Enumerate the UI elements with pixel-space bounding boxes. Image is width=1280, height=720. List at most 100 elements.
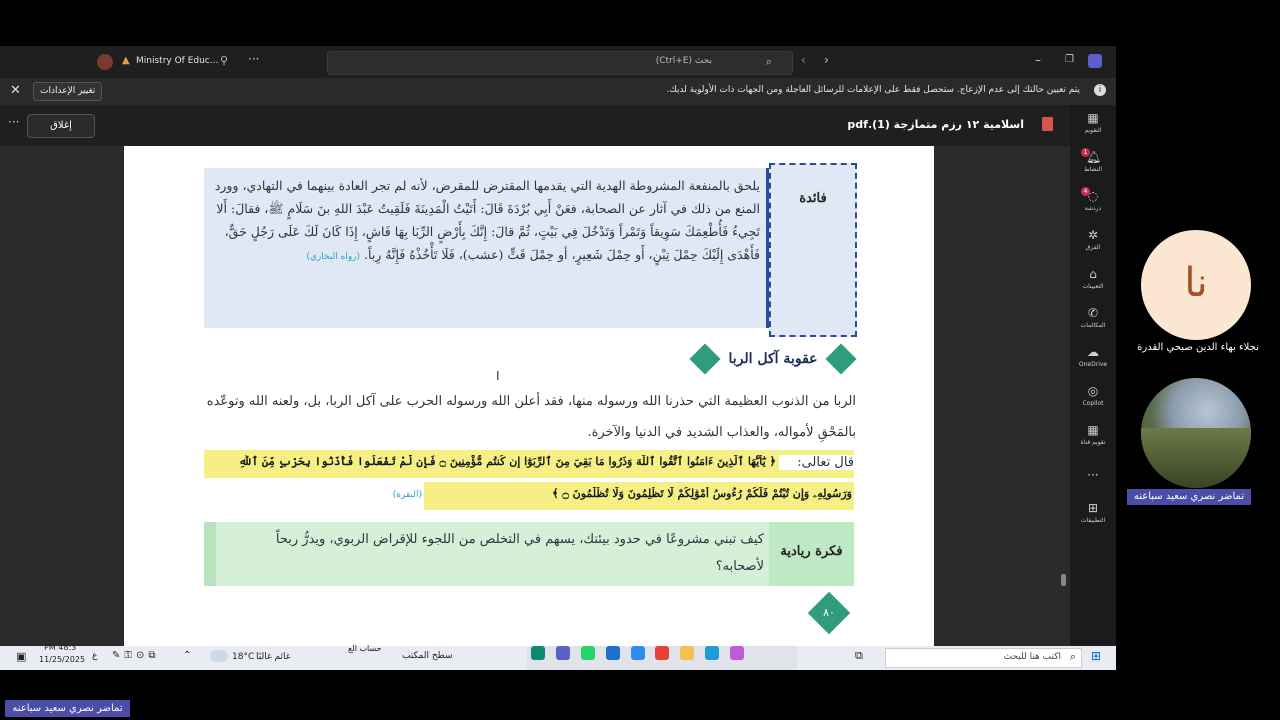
explorer-icon[interactable] (680, 646, 695, 660)
outlook-icon[interactable] (605, 646, 620, 660)
pinned-apps (527, 646, 797, 670)
windows-start-icon[interactable]: ⊞ (1091, 650, 1103, 662)
document-viewer[interactable]: يلحق بالمنفعة المشروطة الهدية التي يقدمه… (0, 146, 1070, 646)
channel-calendar-icon: ▦ (1087, 423, 1099, 437)
faida-source: (رواه البخاري) (306, 252, 361, 262)
rail-item-copilot[interactable]: ◎ Copilot (1070, 384, 1116, 407)
section-title: عقوبة آكل الربا (728, 351, 818, 367)
minimize-icon[interactable]: – (1035, 53, 1041, 67)
more-options-icon[interactable]: ··· (8, 115, 19, 129)
faida-text: يلحق بالمنفعة المشروطة الهدية التي يقدمه… (214, 178, 760, 262)
shared-screen: ▲ Ministry Of Educ... ⚲ ··· بحث (Ctrl+E)… (0, 46, 1116, 670)
verse-intro: قال تعالى: (779, 455, 854, 470)
apps-icon: ⊞ (1087, 501, 1099, 515)
cloud-icon: ☁ (1087, 345, 1099, 359)
rail-label: التعيينات (1082, 283, 1104, 290)
rail-label: Copilot (1082, 400, 1104, 407)
activity-badge: 1 (1081, 148, 1090, 157)
rail-item-chat[interactable]: ◌ دردشة 4 (1070, 187, 1116, 212)
participant-name: نجلاء بهاء الدين صبحي القدرة (1137, 342, 1259, 353)
warning-icon: ▲ (122, 55, 130, 66)
temperature: 18°C (232, 652, 255, 662)
weather-text[interactable]: غائم غالبًا (256, 652, 290, 662)
copilot-app-icon[interactable] (730, 646, 744, 660)
teams-app-icon[interactable] (555, 646, 570, 660)
tray-icons[interactable]: ✎⚿⊙⧉ (112, 650, 174, 661)
participant-video[interactable] (1141, 378, 1251, 488)
more-icon[interactable]: ··· (248, 52, 259, 66)
cloud-weather-icon (210, 650, 228, 662)
profile-avatar[interactable] (97, 54, 113, 70)
pdf-file-icon (1042, 117, 1053, 131)
org-name[interactable]: Ministry Of Educ... (136, 56, 218, 66)
clock-time[interactable]: PM 48:3 (44, 643, 76, 652)
pdf-page: يلحق بالمنفعة المشروطة الهدية التي يقدمه… (124, 146, 934, 646)
store-icon[interactable] (630, 646, 645, 660)
idea-label: فكرة ريادية (780, 544, 843, 559)
clock-date[interactable]: 11/25/2025 (39, 655, 85, 664)
rail-item-calendar[interactable]: ▦ التقويم (1070, 111, 1116, 134)
active-speaker-label: تماضر نصري سعيد سباعنه (5, 700, 130, 717)
forward-arrow-icon[interactable]: › (824, 53, 829, 67)
notifications-icon[interactable]: ▣ (16, 650, 26, 663)
participant-avatar[interactable]: نا (1141, 230, 1251, 340)
rail-item-channel-calendar[interactable]: ▦ تقويم قناة (1070, 423, 1116, 446)
whatsapp-icon[interactable] (580, 646, 595, 660)
zoom-icon[interactable] (705, 646, 720, 660)
video-foliage (1141, 428, 1251, 488)
rail-label: النشاط (1083, 166, 1103, 173)
back-arrow-icon[interactable]: ‹ (801, 53, 806, 67)
text-cursor-icon: I (496, 369, 500, 383)
taskbar-search[interactable]: اكتب هنا للبحث ⌕ (885, 648, 1082, 668)
search-placeholder: بحث (Ctrl+E) (655, 56, 712, 66)
rail-item-teams[interactable]: ✲ الفرق (1070, 228, 1116, 251)
riba-paragraph: الربا من الذنوب العظيمة التي حذرنا الله … (206, 394, 856, 440)
calendar-icon: ▦ (1087, 111, 1099, 125)
edge-icon[interactable] (531, 646, 545, 660)
change-settings-button[interactable]: تغيير الإعدادات (33, 82, 103, 101)
faida-label-box: فائدة (769, 163, 857, 337)
rail-label: المكالمات (1080, 322, 1106, 329)
account-label[interactable]: حساب الع (348, 644, 382, 653)
chrome-icon[interactable] (655, 646, 670, 660)
app-rail: ▦ التقويم 🔔︎ النشاط 1 ◌ دردشة 4 ✲ الفرق ⌂ الت… (1070, 105, 1116, 670)
idea-box-edge (204, 522, 216, 586)
assignments-icon: ⌂ (1089, 267, 1097, 281)
scrollbar-thumb[interactable] (1061, 574, 1066, 586)
profile-switch-icon[interactable]: ⚲ (220, 54, 228, 67)
ornament-icon (825, 343, 857, 375)
page-number: ٨٠ (823, 606, 835, 619)
rail-label: OneDrive (1078, 361, 1108, 368)
verse-line-1: ﴿ يَٰٓأَيُّهَا ٱلَّذِينَ ءَامَنُوا ٱتَّق… (238, 455, 776, 468)
participant-video-name: تماضر نصري سعيد سباعنه (1127, 489, 1251, 505)
search-icon: ⌕ (765, 55, 772, 68)
scrollbar[interactable] (1059, 146, 1069, 646)
faida-text-wrap: يلحق بالمنفعة المشروطة الهدية التي يقدمه… (212, 174, 760, 269)
rail-item-assignments[interactable]: ⌂ التعيينات (1070, 267, 1116, 290)
rail-more-icon[interactable]: ··· (1070, 468, 1116, 482)
rail-item-onedrive[interactable]: ☁ OneDrive (1070, 345, 1116, 368)
desktop-label[interactable]: سطح المكتب (402, 651, 453, 661)
info-icon: i (1094, 84, 1106, 96)
verse-line-2: وَرَسُولِهِۦ وَإِن تُبْتُمْ فَلَكُمْ رُء… (552, 487, 852, 500)
rail-item-activity[interactable]: 🔔︎ النشاط 1 (1070, 148, 1116, 173)
verse-source: (البقرة) (392, 490, 422, 500)
rail-label: التقويم (1084, 127, 1102, 134)
phone-icon: ✆ (1087, 306, 1099, 320)
restore-icon[interactable]: ❐ (1065, 54, 1074, 65)
task-view-icon[interactable]: ⧉ (855, 649, 863, 663)
idea-text: كيف تبني مشروعًا في حدود بيئتك، يسهم في … (275, 532, 764, 574)
rail-item-calls[interactable]: ✆ المكالمات (1070, 306, 1116, 329)
file-toolbar: ··· إغلاق اسلامية ١٢ رزم متمازجة (1).pdf (0, 105, 1070, 145)
ornament-icon (689, 343, 721, 375)
notice-text: يتم تعيين حالتك إلى عدم الإزعاج. ستحصل ف… (666, 85, 1081, 95)
participant-initials: نا (1184, 260, 1208, 306)
search-box[interactable]: بحث (Ctrl+E) ⌕ (327, 51, 793, 75)
close-notice-icon[interactable]: ✕ (10, 83, 21, 98)
rail-item-apps[interactable]: ⊞ التطبيقات (1070, 501, 1116, 524)
close-file-button[interactable]: إغلاق (27, 114, 95, 138)
search-icon: ⌕ (1069, 650, 1076, 663)
language-indicator[interactable]: ع (92, 651, 97, 661)
chevron-up-icon[interactable]: ⌃ (183, 650, 191, 661)
rail-label: الفرق (1085, 244, 1101, 251)
